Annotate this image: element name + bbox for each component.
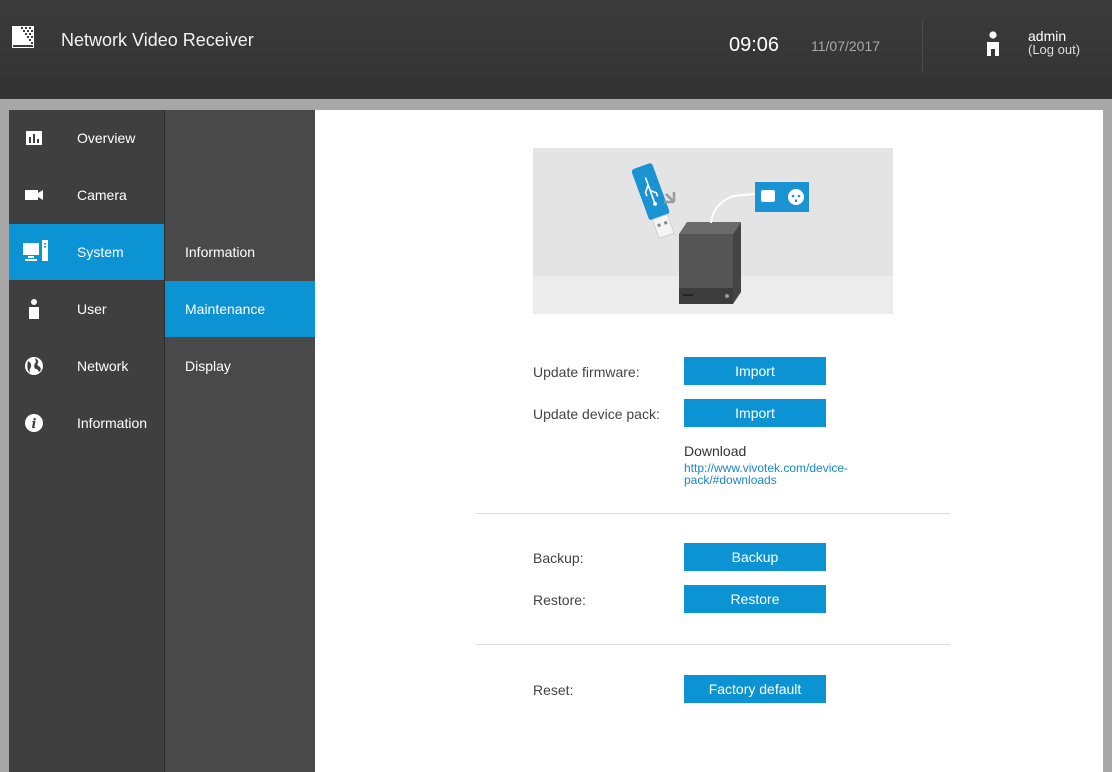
sidebar-item-system[interactable]: System xyxy=(9,224,164,280)
header-band xyxy=(0,99,1112,110)
subnav-item-maintenance[interactable]: Maintenance xyxy=(165,281,315,337)
chart-icon xyxy=(26,131,42,145)
download-label: Download xyxy=(684,443,747,459)
header-divider xyxy=(922,20,923,72)
factory-default-button[interactable]: Factory default xyxy=(684,675,826,703)
backup-label: Backup: xyxy=(533,550,584,566)
grid-logo-icon xyxy=(12,26,34,48)
sidebar-item-overview[interactable]: Overview xyxy=(9,110,164,166)
subnav-item-label: Display xyxy=(185,358,231,374)
subnav-item-display[interactable]: Display xyxy=(165,338,315,394)
update-device-pack-label: Update device pack: xyxy=(533,406,660,422)
video-camera-icon xyxy=(25,190,43,200)
subnav-item-label: Information xyxy=(185,244,256,260)
sidebar-item-label: Information xyxy=(77,415,148,431)
import-firmware-button[interactable]: Import xyxy=(684,357,826,385)
sidebar-item-camera[interactable]: Camera xyxy=(9,167,164,223)
person-icon xyxy=(29,299,39,319)
restore-button[interactable]: Restore xyxy=(684,585,826,613)
sub-sidebar: Information Maintenance Display xyxy=(164,110,315,772)
frame-right xyxy=(1103,110,1112,772)
section-divider xyxy=(476,513,950,514)
backup-button[interactable]: Backup xyxy=(684,543,826,571)
info-icon: i xyxy=(25,414,43,432)
restore-label: Restore: xyxy=(533,592,586,608)
reset-label: Reset: xyxy=(533,682,574,698)
update-firmware-label: Update firmware: xyxy=(533,364,640,380)
clock-date: 11/07/2017 xyxy=(811,38,881,54)
sidebar-item-label: System xyxy=(77,244,124,260)
svg-text:i: i xyxy=(32,417,37,432)
globe-icon xyxy=(25,357,43,375)
section-divider xyxy=(476,644,950,645)
sidebar-item-label: User xyxy=(77,301,107,317)
usb-nvr-illustration xyxy=(533,148,893,314)
download-link-line2: pack/#downloads xyxy=(684,473,777,487)
import-device-pack-button[interactable]: Import xyxy=(684,399,826,427)
sidebar-item-label: Overview xyxy=(77,130,136,146)
app-title: Network Video Receiver xyxy=(61,30,254,50)
main-sidebar: Overview Camera System User Network i In… xyxy=(9,110,164,772)
person-icon xyxy=(987,31,999,56)
sidebar-item-label: Camera xyxy=(77,187,127,203)
sidebar-item-information[interactable]: i Information xyxy=(9,395,164,451)
subnav-item-label: Maintenance xyxy=(185,301,266,317)
sidebar-item-network[interactable]: Network xyxy=(9,338,164,394)
subnav-item-information[interactable]: Information xyxy=(165,224,315,280)
download-link[interactable]: http://www.vivotek.com/device- pack/#dow… xyxy=(684,462,884,486)
clock-time: 09:06 xyxy=(729,34,780,56)
sidebar-item-label: Network xyxy=(77,358,129,374)
frame-left xyxy=(0,110,9,772)
computer-icon xyxy=(23,240,48,261)
logout-link[interactable]: (Log out) xyxy=(1028,43,1080,56)
sidebar-item-user[interactable]: User xyxy=(9,281,164,337)
top-header: Network Video Receiver 09:06 11/07/2017 … xyxy=(0,0,1112,99)
